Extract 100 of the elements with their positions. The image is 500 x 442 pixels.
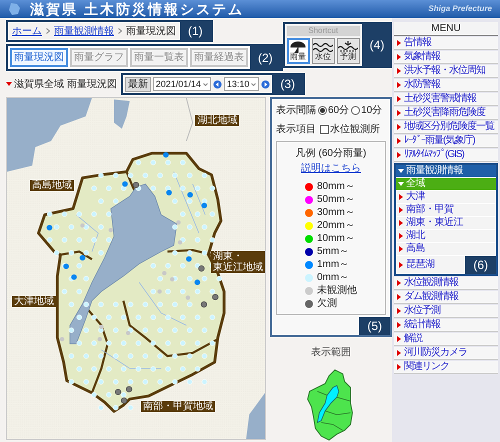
region-label[interactable]: 南部・甲賀地域: [143, 401, 214, 412]
shortcut-button[interactable]: 水位: [312, 38, 335, 64]
breadcrumb-current: 雨量現況図: [126, 24, 176, 38]
caret-right-icon: [396, 294, 402, 300]
legend-label: 5mm～: [317, 245, 350, 258]
caret-right-icon: [396, 110, 402, 116]
wave-icon: [313, 41, 334, 53]
caret-right-icon: [396, 280, 402, 286]
menu-item[interactable]: 水位観測情報: [394, 277, 498, 290]
menu-item[interactable]: 洪水予報・水位周知: [394, 65, 498, 78]
callout-label: (3): [272, 75, 304, 93]
menu-item[interactable]: 告情報: [394, 37, 498, 50]
brand-logo: Shiga Prefecture: [428, 3, 492, 15]
submenu-item[interactable]: 高島: [396, 243, 496, 255]
caret-down-icon: [398, 181, 404, 187]
menu-item[interactable]: 土砂災害警戒情報: [394, 93, 498, 106]
legend-label: 80mm～: [317, 180, 355, 193]
menu-item[interactable]: ﾘｱﾙﾀｲﾑﾏｯﾌﾟ(GIS): [394, 149, 498, 162]
date-select[interactable]: 2021/01/14: [152, 77, 211, 91]
menu-item[interactable]: 水位予測: [394, 305, 498, 318]
callout-label: (1): [180, 22, 211, 40]
submenu-item[interactable]: 南部・甲賀: [396, 204, 496, 216]
station-checkbox[interactable]: 水位観測所: [320, 122, 380, 137]
prefecture-emblem-icon: [8, 2, 22, 16]
legend-label: 10mm～: [317, 232, 355, 245]
legend-label: 未観測他: [317, 284, 357, 297]
menu-item[interactable]: ダム観測情報: [394, 291, 498, 304]
items-label: 表示項目: [276, 122, 316, 137]
caret-right-icon: [396, 54, 402, 60]
menu-item[interactable]: 水防警報: [394, 79, 498, 92]
caret-right-icon: [396, 308, 402, 314]
caret-right-icon: [396, 82, 402, 88]
submenu-item[interactable]: 琵琶湖: [396, 256, 466, 274]
caret-right-icon: [396, 124, 402, 130]
menu-item[interactable]: 地域区分別危険度一覧: [394, 121, 498, 134]
submenu-item[interactable]: 湖東・東近江: [396, 217, 496, 229]
view-tab[interactable]: 雨量現況図: [10, 48, 68, 67]
caret-right-icon: [398, 262, 404, 268]
menu-item[interactable]: 雨量観測情報: [396, 165, 496, 177]
callout-label: (4): [362, 24, 392, 66]
caret-down-icon: [398, 168, 404, 174]
caret-right-icon: [398, 207, 404, 213]
interval-radio[interactable]: 10分: [351, 103, 382, 118]
caret-down-icon: [6, 81, 12, 87]
interval-radio[interactable]: 60分: [318, 103, 350, 118]
region-label[interactable]: 大津地域: [14, 296, 54, 307]
caret-right-icon: [396, 350, 402, 356]
breadcrumb-link[interactable]: 雨量観測情報: [54, 24, 114, 38]
submenu-item[interactable]: 大津: [396, 191, 496, 203]
menu-item[interactable]: ﾚｰﾀﾞｰ雨量(気象庁): [394, 135, 498, 148]
menu-item[interactable]: 気象情報: [394, 51, 498, 64]
range-mini-map[interactable]: [307, 368, 355, 442]
dropdown-caret-icon: [202, 82, 208, 86]
callout-label: (6): [465, 256, 496, 274]
legend-label: 20mm～: [317, 219, 355, 232]
menu-item[interactable]: 解説: [394, 333, 498, 346]
time-select[interactable]: 13:10: [224, 77, 260, 91]
menu-item[interactable]: 統計情報: [394, 319, 498, 332]
legend-title: 凡例 (60分雨量): [296, 147, 366, 161]
forecast-wave-icon: [338, 41, 358, 53]
caret-right-icon: [398, 246, 404, 252]
callout-label: (2): [250, 46, 281, 69]
umbrella-icon: [290, 41, 306, 53]
caret-right-icon: [396, 152, 402, 158]
legend-label: 欠測: [317, 297, 337, 310]
legend-label: 1mm～: [317, 258, 350, 271]
caret-right-icon: [396, 68, 402, 74]
shortcut-button[interactable]: 予測: [336, 38, 360, 64]
chevron-right-icon: [118, 28, 122, 34]
menu-item[interactable]: 土砂災害降雨危険度: [394, 107, 498, 120]
menu-title: MENU: [394, 22, 498, 36]
callout-label: (5): [359, 317, 390, 335]
chevron-right-icon: [46, 28, 50, 34]
menu-item[interactable]: 河川防災カメラ: [394, 347, 498, 360]
legend-label: 50mm～: [317, 193, 355, 206]
range-label: 表示範囲: [311, 346, 351, 360]
region-label[interactable]: 湖北地域: [197, 115, 238, 126]
region-label[interactable]: 高島地域: [32, 180, 72, 191]
caret-right-icon: [398, 194, 404, 200]
shortcut-title: Shortcut: [286, 26, 360, 36]
caret-right-icon: [396, 364, 402, 370]
map-title: 滋賀県全域 雨量現況図: [14, 78, 117, 92]
legend-label: 0mm～: [317, 271, 350, 284]
region-label[interactable]: 東近江地域: [212, 262, 263, 274]
menu-item[interactable]: 関連リンク: [394, 361, 498, 374]
submenu-item[interactable]: 湖北: [396, 230, 496, 242]
caret-right-icon: [396, 40, 402, 46]
caret-right-icon: [396, 336, 402, 342]
shortcut-button[interactable]: 雨量: [286, 38, 310, 64]
caret-right-icon: [398, 220, 404, 226]
region-label[interactable]: 湖東・: [212, 251, 263, 262]
system-title: 滋賀県 土木防災情報システム: [30, 2, 244, 16]
caret-right-icon: [398, 233, 404, 239]
legend-label: 30mm～: [317, 206, 355, 219]
interval-label: 表示間隔: [276, 104, 316, 118]
legend-help-link[interactable]: 説明はこちら: [301, 161, 361, 176]
latest-button[interactable]: 最新: [124, 76, 151, 92]
breadcrumb-link[interactable]: ホーム: [12, 24, 42, 38]
dropdown-caret-icon: [251, 82, 256, 86]
caret-right-icon: [396, 322, 402, 328]
